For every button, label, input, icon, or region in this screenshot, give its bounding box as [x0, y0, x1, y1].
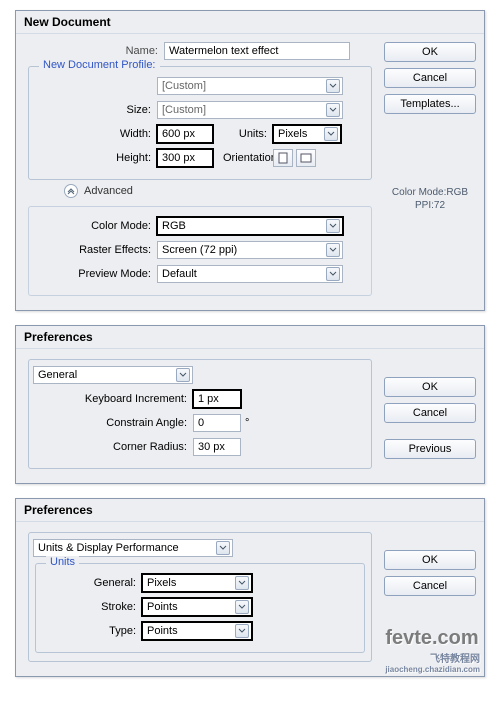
constrain-input[interactable]	[193, 414, 241, 432]
name-label: Name:	[24, 45, 164, 57]
general-label: General:	[42, 577, 142, 589]
advanced-group: Color Mode: RGB Raster Effects: Screen (…	[28, 206, 372, 296]
preferences-dialog-units: Preferences Units & Display Performance …	[15, 498, 485, 677]
units-select[interactable]: Pixels	[273, 125, 341, 143]
preferences-dialog-general: Preferences General Keyboard Increment: …	[15, 325, 485, 484]
section-select[interactable]: General	[33, 366, 193, 384]
corner-label: Corner Radius:	[33, 441, 193, 453]
chevron-down-icon	[235, 600, 249, 614]
keyinc-input[interactable]	[193, 390, 241, 408]
section-select[interactable]: Units & Display Performance	[33, 539, 233, 557]
dialog-title: Preferences	[16, 499, 484, 522]
colormode-label: Color Mode:	[33, 220, 157, 232]
name-input[interactable]	[164, 42, 350, 60]
new-document-dialog: New Document Name: New Document Profile:…	[15, 10, 485, 311]
previous-button[interactable]: Previous	[384, 439, 476, 459]
width-label: Width:	[33, 128, 157, 140]
profile-label: New Document Profile:	[39, 59, 160, 71]
portrait-icon	[278, 152, 288, 164]
units-legend: Units	[46, 556, 79, 568]
chevron-down-icon	[235, 576, 249, 590]
chevron-up-icon	[64, 184, 78, 198]
degree-symbol: °	[241, 417, 249, 429]
raster-select[interactable]: Screen (72 ppi)	[157, 241, 343, 259]
chevron-down-icon	[326, 267, 340, 281]
preview-select[interactable]: Default	[157, 265, 343, 283]
chevron-down-icon	[326, 219, 340, 233]
cancel-button[interactable]: Cancel	[384, 403, 476, 423]
chevron-down-icon	[216, 541, 230, 555]
ok-button[interactable]: OK	[384, 550, 476, 570]
dialog-title: Preferences	[16, 326, 484, 349]
constrain-label: Constrain Angle:	[33, 417, 193, 429]
units-display-group: Units & Display Performance Units Genera…	[28, 532, 372, 662]
cancel-button[interactable]: Cancel	[384, 68, 476, 88]
type-label: Type:	[42, 625, 142, 637]
advanced-toggle[interactable]: Advanced	[64, 184, 376, 198]
dialog-title: New Document	[16, 11, 484, 34]
general-group: General Keyboard Increment: Constrain An…	[28, 359, 372, 469]
ok-button[interactable]: OK	[384, 377, 476, 397]
new-document-profile-group: New Document Profile: [Custom] Size: [Cu…	[28, 66, 372, 180]
chevron-down-icon	[326, 79, 340, 93]
height-label: Height:	[33, 152, 157, 164]
chevron-down-icon	[235, 624, 249, 638]
orientation-landscape-button[interactable]	[296, 149, 316, 167]
units-label: Units:	[213, 128, 273, 140]
height-input[interactable]	[157, 149, 213, 167]
color-mode-info: Color Mode:RGB PPI:72	[384, 186, 476, 212]
colormode-select[interactable]: RGB	[157, 217, 343, 235]
profile-select[interactable]: [Custom]	[157, 77, 343, 95]
preview-label: Preview Mode:	[33, 268, 157, 280]
raster-label: Raster Effects:	[33, 244, 157, 256]
type-units-select[interactable]: Points	[142, 622, 252, 640]
watermark-logo: fevte.com 飞特教程网 jiaocheng.chazidian.com	[385, 627, 480, 674]
landscape-icon	[300, 153, 312, 163]
units-group: Units General: Pixels Stroke: Points	[35, 563, 365, 653]
chevron-down-icon	[326, 243, 340, 257]
keyinc-label: Keyboard Increment:	[33, 393, 193, 405]
chevron-down-icon	[176, 368, 190, 382]
orientation-portrait-button[interactable]	[273, 149, 293, 167]
corner-input[interactable]	[193, 438, 241, 456]
size-label: Size:	[33, 104, 157, 116]
cancel-button[interactable]: Cancel	[384, 576, 476, 596]
stroke-units-select[interactable]: Points	[142, 598, 252, 616]
chevron-down-icon	[324, 127, 338, 141]
size-select[interactable]: [Custom]	[157, 101, 343, 119]
stroke-label: Stroke:	[42, 601, 142, 613]
width-input[interactable]	[157, 125, 213, 143]
ok-button[interactable]: OK	[384, 42, 476, 62]
general-units-select[interactable]: Pixels	[142, 574, 252, 592]
chevron-down-icon	[326, 103, 340, 117]
templates-button[interactable]: Templates...	[384, 94, 476, 114]
orientation-label: Orientation:	[213, 152, 273, 164]
